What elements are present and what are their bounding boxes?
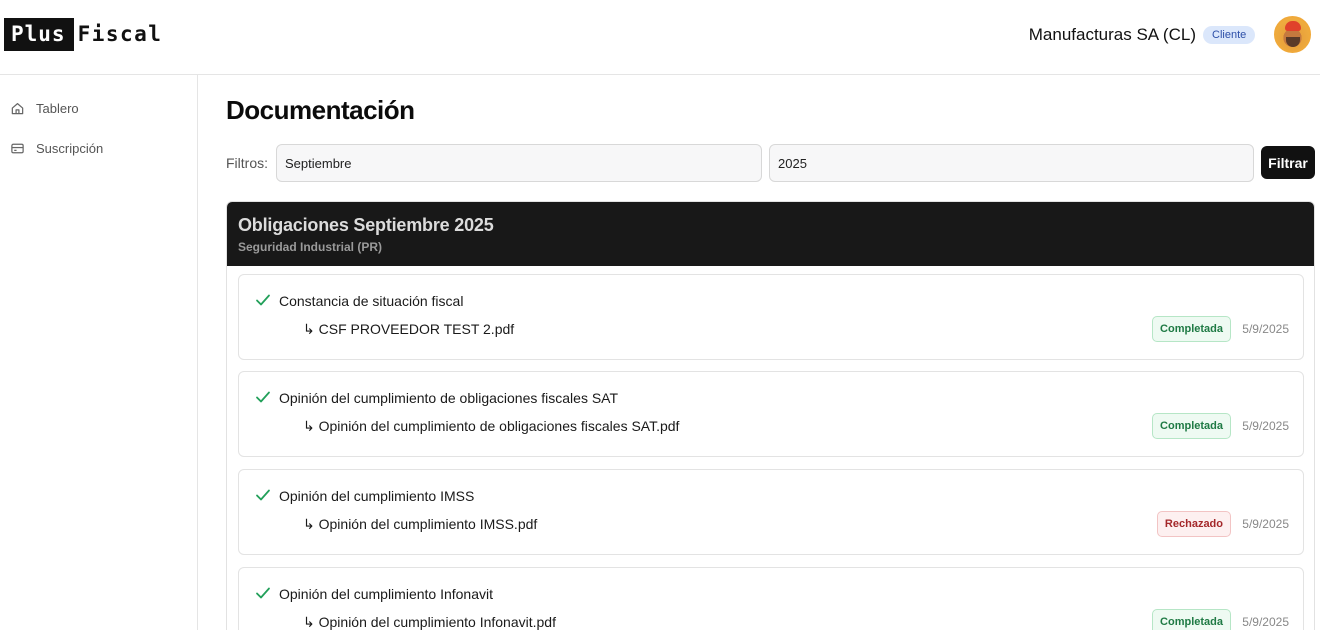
obligation-card[interactable]: Opinión del cumplimiento de obligaciones… xyxy=(238,371,1304,457)
document-date: 5/9/2025 xyxy=(1242,517,1289,531)
year-filter-input[interactable] xyxy=(769,144,1254,182)
user-avatar[interactable] xyxy=(1274,16,1311,53)
obligation-card[interactable]: Opinión del cumplimiento IMSS ↳ Opinión … xyxy=(238,469,1304,555)
obligation-title: Constancia de situación fiscal xyxy=(279,293,464,309)
company-name: Manufacturas SA (CL) xyxy=(1028,25,1196,44)
status-badge: Completada xyxy=(1152,413,1231,439)
document-date: 5/9/2025 xyxy=(1242,322,1289,336)
obligation-title: Opinión del cumplimiento IMSS xyxy=(279,488,475,504)
home-icon xyxy=(11,102,24,114)
logo-plus-text: Plus xyxy=(4,18,74,51)
document-file-link[interactable]: ↳ Opinión del cumplimiento Infonavit.pdf xyxy=(303,613,556,630)
page-title: Documentación xyxy=(226,95,415,125)
sidebar-item-label: Suscripción xyxy=(36,140,104,156)
avatar-beard xyxy=(1286,37,1300,47)
obligation-title: Opinión del cumplimiento Infonavit xyxy=(279,586,494,602)
document-date: 5/9/2025 xyxy=(1242,615,1289,629)
sidebar-item-label: Tablero xyxy=(36,100,79,116)
avatar-turban xyxy=(1285,21,1301,31)
document-file-link[interactable]: ↳ Opinión del cumplimiento de obligacion… xyxy=(303,417,679,435)
document-file-link[interactable]: ↳ CSF PROVEEDOR TEST 2.pdf xyxy=(303,320,514,338)
filters-label: Filtros: xyxy=(226,155,268,171)
check-icon xyxy=(256,294,270,306)
panel-subtitle: Seguridad Industrial (PR) xyxy=(238,240,383,254)
obligation-title: Opinión del cumplimiento de obligaciones… xyxy=(279,390,619,406)
top-bar: Plus Fiscal Manufacturas SA (CL) Cliente xyxy=(0,0,1320,75)
check-icon xyxy=(256,587,270,599)
check-icon xyxy=(256,489,270,501)
document-file-link[interactable]: ↳ Opinión del cumplimiento IMSS.pdf xyxy=(303,515,537,533)
panel-title: Obligaciones Septiembre 2025 xyxy=(238,215,494,235)
panel-header: Obligaciones Septiembre 2025 Seguridad I… xyxy=(227,202,1314,266)
status-badge: Rechazado xyxy=(1156,511,1231,537)
filter-button[interactable]: Filtrar xyxy=(1261,146,1315,179)
sidebar: Tablero Suscripción xyxy=(0,75,198,630)
obligation-card[interactable]: Constancia de situación fiscal ↳ CSF PRO… xyxy=(238,274,1304,360)
card-icon xyxy=(11,143,24,153)
document-date: 5/9/2025 xyxy=(1242,419,1289,433)
sidebar-item-suscripcion[interactable]: Suscripción xyxy=(10,137,103,159)
role-badge: Cliente xyxy=(1203,26,1256,44)
obligations-panel: Obligaciones Septiembre 2025 Seguridad I… xyxy=(226,201,1315,630)
status-badge: Completada xyxy=(1152,609,1231,630)
logo[interactable]: Plus Fiscal xyxy=(4,18,162,51)
logo-fiscal-text: Fiscal xyxy=(77,22,163,46)
check-icon xyxy=(256,391,270,403)
status-badge: Completada xyxy=(1152,316,1231,342)
month-filter-input[interactable] xyxy=(276,144,762,182)
obligation-card[interactable]: Opinión del cumplimiento Infonavit ↳ Opi… xyxy=(238,567,1304,630)
sidebar-item-tablero[interactable]: Tablero xyxy=(10,97,79,119)
